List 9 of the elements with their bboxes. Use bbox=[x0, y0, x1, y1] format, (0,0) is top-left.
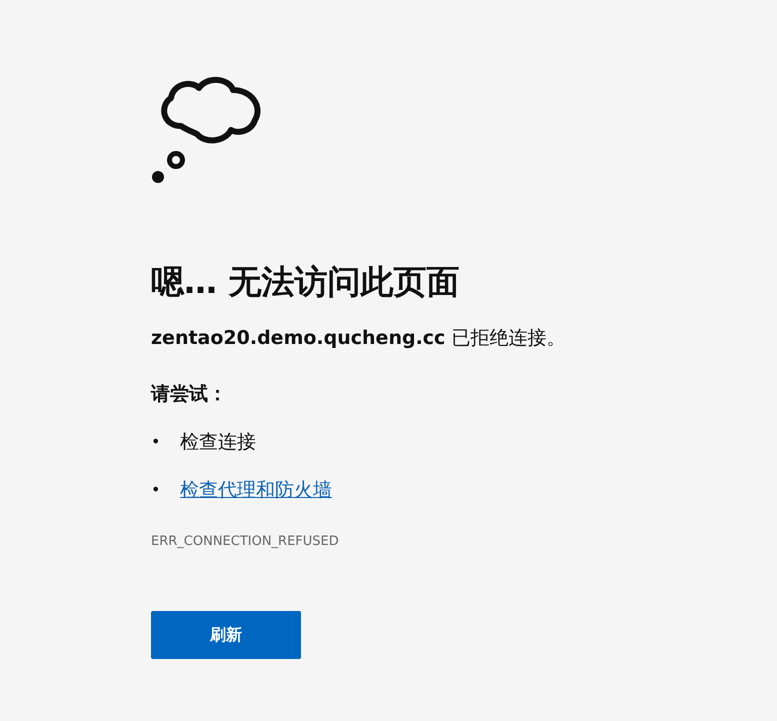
bullet: • bbox=[151, 431, 162, 453]
suggestions-title: 请尝试： bbox=[151, 382, 227, 407]
bullet: • bbox=[151, 479, 162, 501]
refresh-button[interactable]: 刷新 bbox=[151, 611, 301, 659]
error-message: zentao20.demo.qucheng.cc 已拒绝连接。 bbox=[151, 326, 566, 351]
error-heading: 嗯… 无法访问此页面 bbox=[151, 261, 460, 303]
suggestion-link[interactable]: 检查代理和防火墙 bbox=[180, 476, 332, 504]
suggestion-text: 检查连接 bbox=[180, 430, 256, 455]
error-code: ERR_CONNECTION_REFUSED bbox=[151, 534, 339, 549]
